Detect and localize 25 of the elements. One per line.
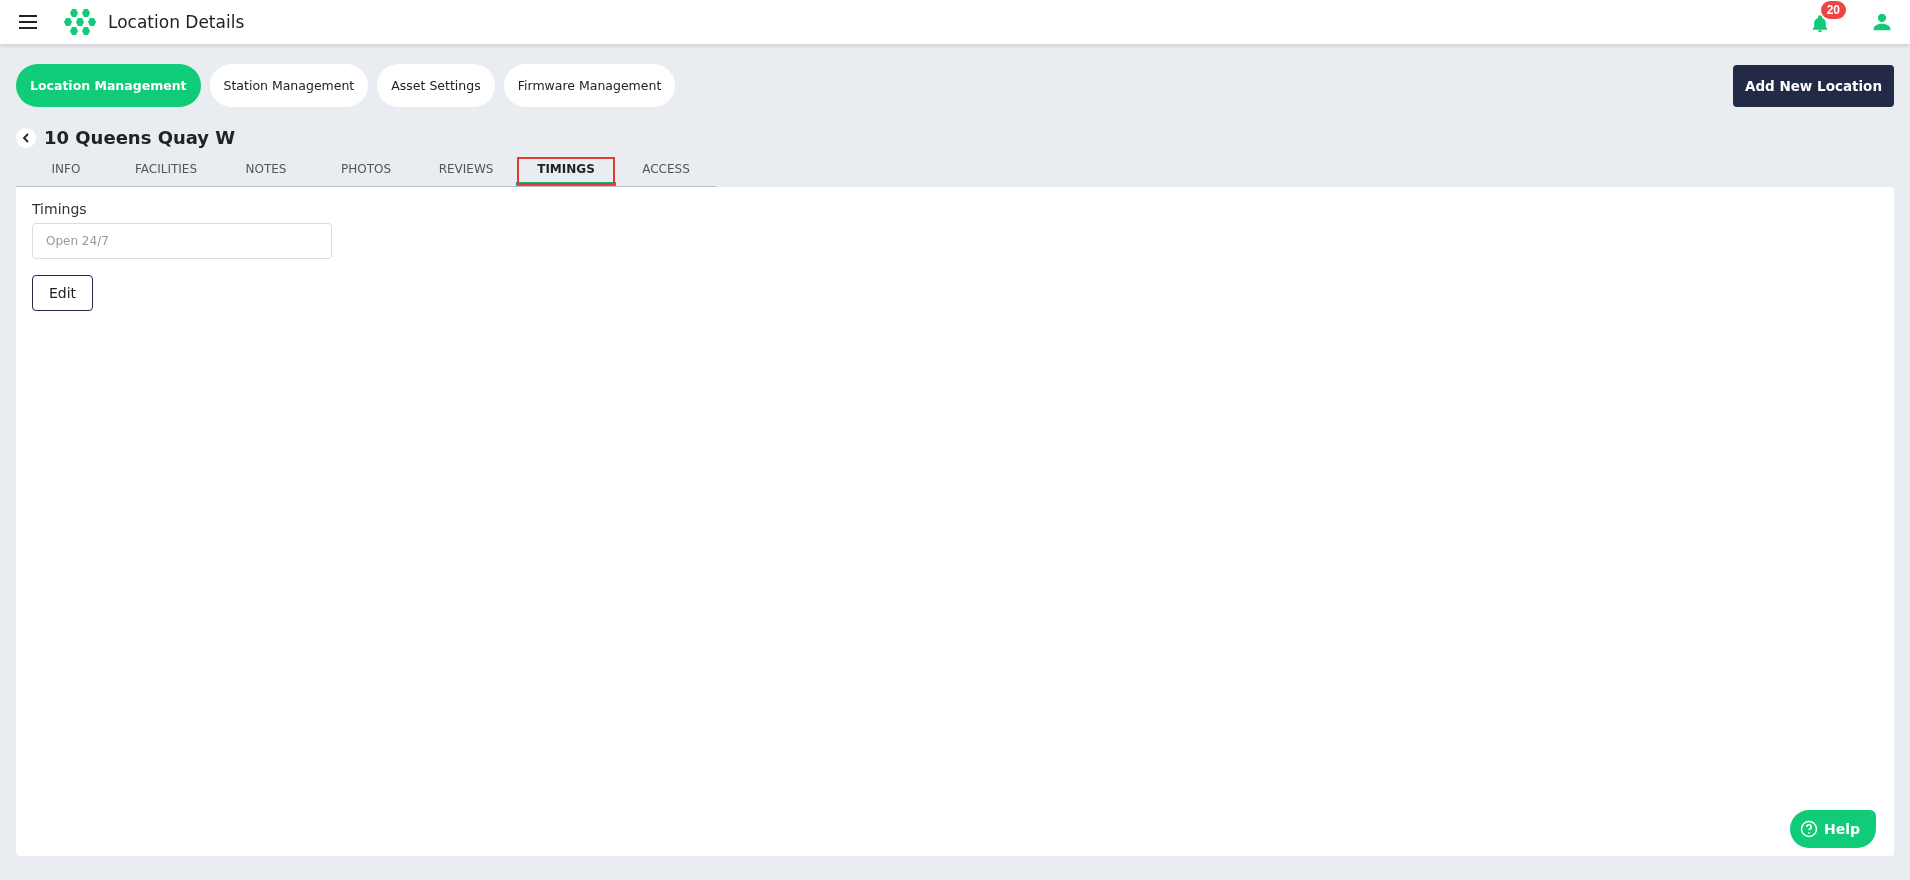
tab[interactable]: PHOTOS <box>316 156 416 186</box>
hexagon-logo <box>64 7 96 37</box>
nav-pill[interactable]: Station Management <box>209 64 369 107</box>
add-location-button[interactable]: Add New Location <box>1732 64 1894 107</box>
tab[interactable]: REVIEWS <box>416 156 516 186</box>
timings-field[interactable]: Open 24/7 <box>32 223 332 259</box>
nav-pill[interactable]: Firmware Management <box>503 64 676 107</box>
menu-button[interactable] <box>18 14 38 30</box>
tab[interactable]: INFO <box>16 156 116 186</box>
nav-pill[interactable]: Asset Settings <box>377 64 495 107</box>
notification-count: 20 <box>1820 1 1846 19</box>
chevron-left-icon <box>21 132 31 143</box>
page-title: Location Details <box>108 12 245 32</box>
menu-icon <box>18 14 38 30</box>
notifications-button[interactable]: 20 <box>1810 1 1846 35</box>
back-button[interactable] <box>16 127 36 148</box>
location-title: 10 Queens Quay W <box>44 127 236 148</box>
field-label: Timings <box>32 201 87 217</box>
bell-icon <box>1810 13 1830 35</box>
user-icon <box>1872 12 1892 32</box>
question-icon <box>1799 820 1818 838</box>
tab[interactable]: NOTES <box>216 156 316 186</box>
tab[interactable]: ACCESS <box>616 156 716 186</box>
edit-button[interactable]: Edit <box>32 275 94 311</box>
tab[interactable]: FACILITIES <box>116 156 216 186</box>
